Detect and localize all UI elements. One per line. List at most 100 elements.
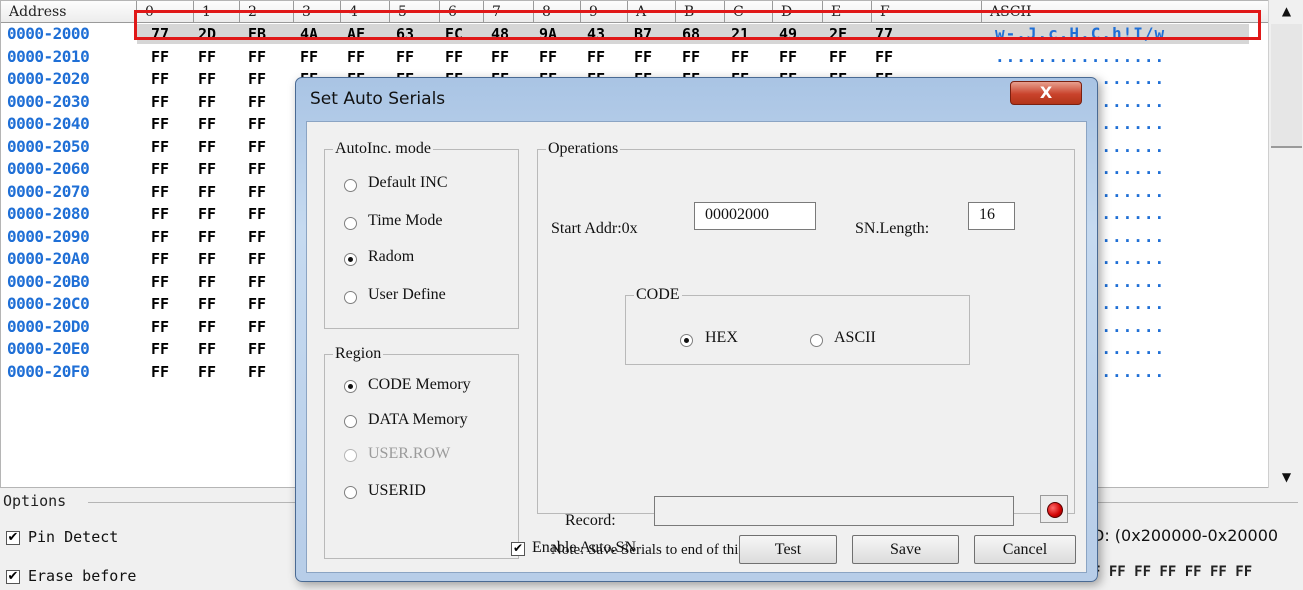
byte-cell[interactable]: FF [242, 181, 272, 203]
enable-auto-sn-checkbox[interactable]: ✔ [511, 542, 525, 556]
byte-cell[interactable]: FF [192, 181, 222, 203]
byte-cell[interactable]: FF [390, 46, 420, 68]
autoinc-mode-title: AutoInc. mode [333, 140, 433, 158]
byte-cell[interactable]: FF [242, 68, 272, 90]
byte-cell[interactable]: FF [192, 338, 222, 360]
set-auto-serials-dialog: Set Auto Serials X AutoInc. mode Default… [295, 77, 1098, 582]
byte-cell[interactable]: FF [192, 91, 222, 113]
byte-cell[interactable]: FF [439, 46, 469, 68]
byte-cell[interactable]: FF [192, 46, 222, 68]
byte-cell[interactable]: FF [242, 361, 272, 383]
byte-cell[interactable]: FF [145, 226, 175, 248]
byte-cell[interactable]: FF [192, 248, 222, 270]
byte-cell[interactable]: FF [242, 248, 272, 270]
vertical-scrollbar[interactable]: ▲ ▼ [1268, 0, 1303, 488]
radio-default-inc[interactable] [344, 179, 357, 192]
operations-title: Operations [546, 140, 621, 158]
record-icon[interactable] [1040, 495, 1068, 523]
record-input[interactable] [654, 496, 1014, 526]
byte-cell[interactable]: FF [145, 91, 175, 113]
byte-cell[interactable]: FF [145, 203, 175, 225]
byte-cell[interactable]: FF [145, 113, 175, 135]
byte-cell[interactable]: FF [242, 91, 272, 113]
ascii-cell[interactable]: ................ [995, 46, 1165, 68]
radio-userid[interactable] [344, 486, 357, 499]
byte-cell[interactable]: FF [725, 46, 755, 68]
byte-cell[interactable]: FF [145, 271, 175, 293]
column-header[interactable]: Address [1, 1, 137, 23]
pin-detect-checkbox[interactable]: ✔ [6, 531, 20, 545]
byte-cell[interactable]: FF [145, 338, 175, 360]
row-address: 0000-2050 [7, 136, 90, 156]
byte-cell[interactable]: FF [192, 158, 222, 180]
byte-cell[interactable]: FF [145, 68, 175, 90]
byte-cell[interactable]: FF [628, 46, 658, 68]
row-address: 0000-2010 [7, 46, 90, 66]
row-address: 0000-20E0 [7, 339, 90, 358]
byte-cell[interactable]: FF [242, 226, 272, 248]
dialog-title: Set Auto Serials [310, 89, 446, 109]
start-addr-input[interactable]: 00002000 [694, 202, 816, 230]
code-title: CODE [634, 286, 682, 304]
scroll-up-icon[interactable]: ▲ [1269, 0, 1303, 22]
byte-cell[interactable]: FF [823, 46, 853, 68]
byte-cell[interactable]: FF [533, 46, 563, 68]
byte-cell[interactable]: FF [145, 248, 175, 270]
byte-cell[interactable]: FF [192, 293, 222, 315]
byte-cell[interactable]: FF [869, 46, 899, 68]
byte-cell[interactable]: FF [145, 316, 175, 338]
sn-length-input[interactable]: 16 [968, 202, 1015, 230]
byte-cell[interactable]: FF [242, 136, 272, 158]
radio-code-memory[interactable] [344, 380, 357, 393]
radio-data-memory[interactable] [344, 415, 357, 428]
byte-cell[interactable]: FF [242, 338, 272, 360]
byte-cell[interactable]: FF [773, 46, 803, 68]
byte-cell[interactable]: FF [676, 46, 706, 68]
test-button[interactable]: Test [739, 535, 837, 564]
byte-cell[interactable]: FF [192, 113, 222, 135]
byte-cell[interactable]: FF [242, 271, 272, 293]
erase-before-checkbox[interactable]: ✔ [6, 570, 20, 584]
byte-cell[interactable]: FF [192, 136, 222, 158]
scroll-down-icon[interactable]: ▼ [1269, 466, 1303, 488]
byte-cell[interactable]: FF [192, 316, 222, 338]
cancel-button[interactable]: Cancel [974, 535, 1076, 564]
radio-hex[interactable] [680, 334, 693, 347]
byte-cell[interactable]: FF [242, 113, 272, 135]
byte-cell[interactable]: FF [145, 181, 175, 203]
byte-cell[interactable]: FF [192, 203, 222, 225]
byte-cell[interactable]: FF [242, 46, 272, 68]
byte-cell[interactable]: FF [192, 68, 222, 90]
byte-cell[interactable]: FF [145, 293, 175, 315]
radio-radom[interactable] [344, 253, 357, 266]
row-address: 0000-20C0 [7, 294, 90, 313]
byte-cell[interactable]: FF [581, 46, 611, 68]
close-button[interactable]: X [1010, 81, 1082, 105]
save-button[interactable]: Save [852, 535, 959, 564]
byte-cell[interactable]: FF [341, 46, 371, 68]
radio-user-define[interactable] [344, 291, 357, 304]
byte-cell[interactable]: FF [485, 46, 515, 68]
radio-user-row[interactable] [344, 449, 357, 462]
byte-cell[interactable]: FF [145, 46, 175, 68]
user-row-label: USER.ROW [368, 445, 451, 462]
byte-cell[interactable]: FF [294, 46, 324, 68]
radio-time-mode[interactable] [344, 217, 357, 230]
byte-cell[interactable]: FF [242, 316, 272, 338]
row-address: 0000-2090 [7, 226, 90, 246]
data-memory-label: DATA Memory [368, 411, 468, 428]
byte-cell[interactable]: FF [242, 158, 272, 180]
byte-cell[interactable]: FF [192, 226, 222, 248]
radio-ascii[interactable] [810, 334, 823, 347]
byte-cell[interactable]: FF [242, 203, 272, 225]
scroll-thumb[interactable] [1271, 24, 1302, 148]
table-row[interactable]: 0000-2010 FF FF FF FF FF FF FF FF FF FF FF FF FF FF FF F… [1, 46, 1251, 68]
byte-cell[interactable]: FF [192, 271, 222, 293]
byte-cell[interactable]: FF [145, 136, 175, 158]
byte-cell[interactable]: FF [242, 293, 272, 315]
byte-cell[interactable]: FF [145, 158, 175, 180]
byte-cell[interactable]: FF [192, 361, 222, 383]
options-title: Options [3, 492, 71, 510]
byte-cell[interactable]: FF [145, 361, 175, 383]
erase-before-label: Erase before [28, 567, 137, 585]
